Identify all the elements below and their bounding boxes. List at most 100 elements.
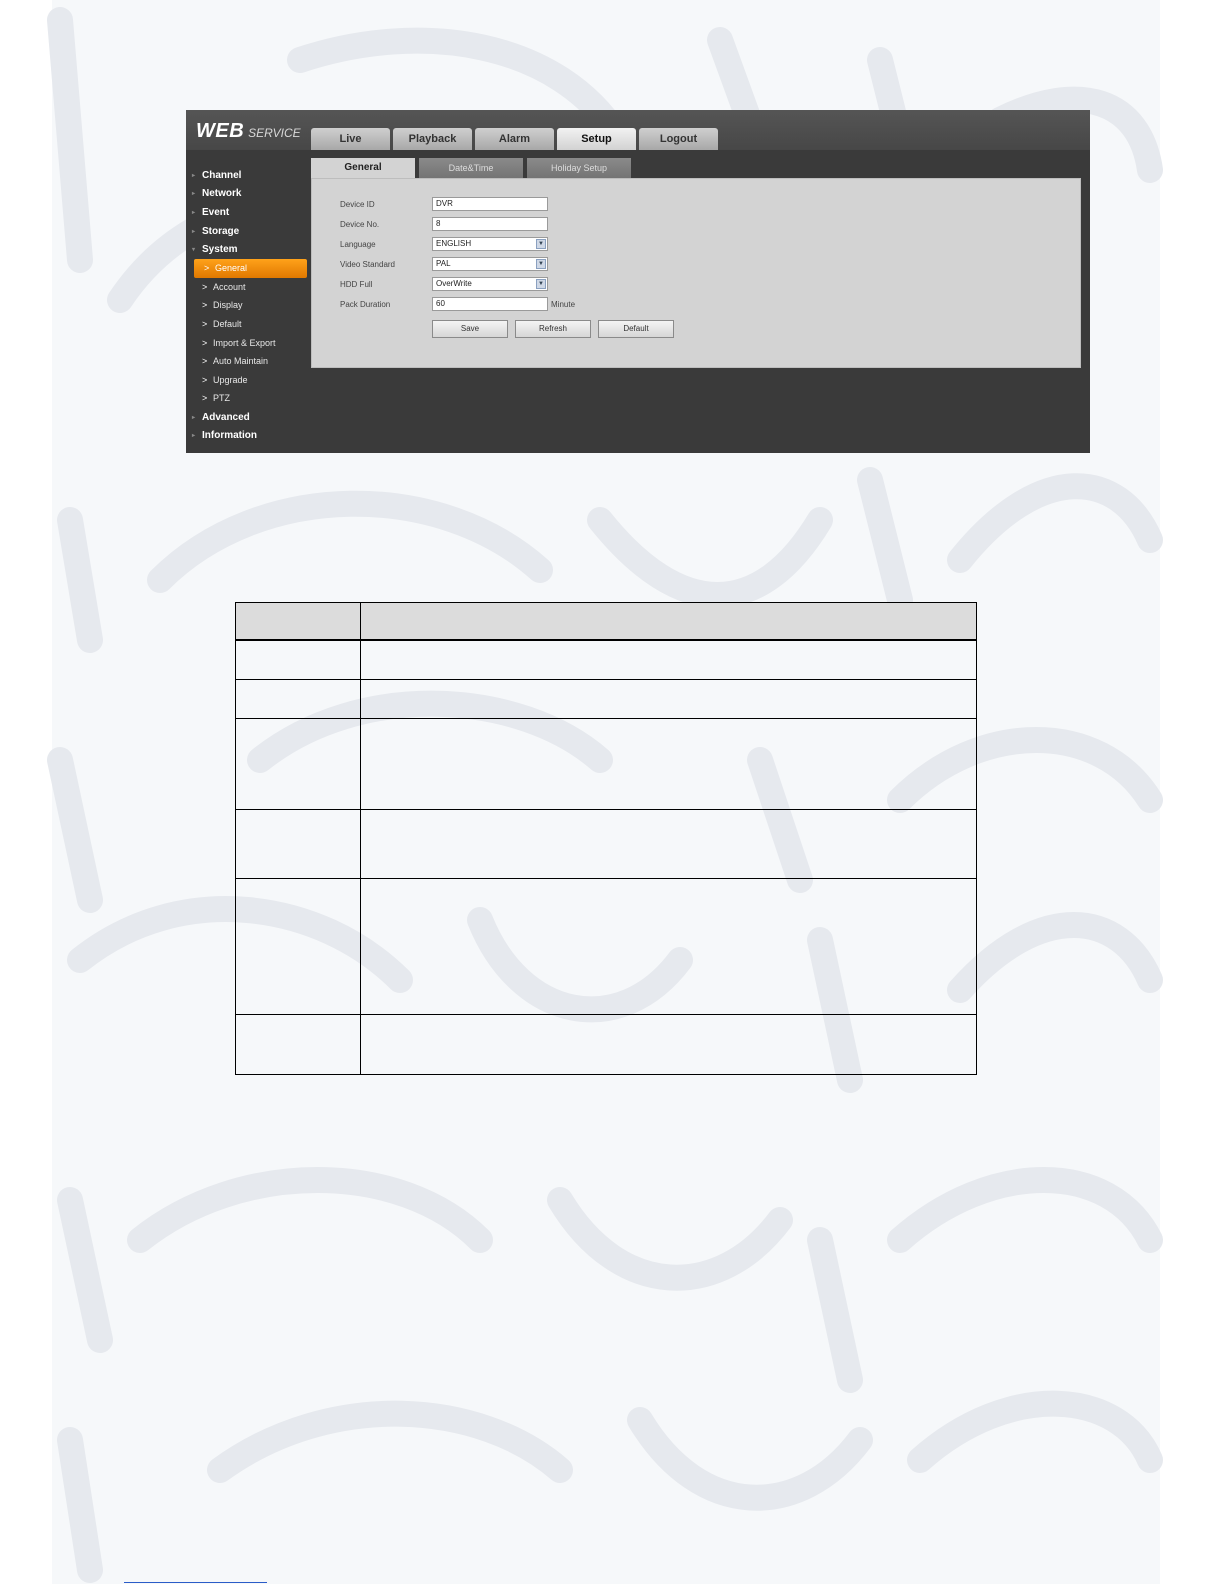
- table-cell: [235, 717, 361, 810]
- web-service-logo: WEB SERVICE: [196, 120, 301, 143]
- device-id-row: Device ID DVR: [340, 196, 548, 212]
- table-row: [235, 678, 977, 719]
- tab-playback[interactable]: Playback: [393, 128, 472, 150]
- collapsed-triangle-icon: ▸: [192, 191, 196, 198]
- hdd-full-value: OverWrite: [436, 279, 472, 288]
- chevron-right-icon: >: [202, 374, 208, 385]
- video-standard-label: Video Standard: [340, 259, 396, 269]
- chevron-right-icon: >: [202, 319, 208, 330]
- chevron-right-icon: >: [204, 263, 210, 274]
- device-id-input[interactable]: DVR: [432, 197, 548, 211]
- table-row: [235, 639, 977, 680]
- chevron-down-icon: ▼: [536, 279, 546, 289]
- sidebar-item-label: General: [215, 263, 248, 274]
- table-row: [235, 717, 977, 810]
- tab-logout[interactable]: Logout: [639, 128, 718, 150]
- hdd-full-select[interactable]: OverWrite ▼: [432, 277, 548, 291]
- collapsed-triangle-icon: ▸: [192, 414, 196, 421]
- refresh-button[interactable]: Refresh: [515, 320, 591, 338]
- table-cell: [360, 1013, 977, 1075]
- sidebar-item-label: Upgrade: [213, 374, 248, 385]
- save-button[interactable]: Save: [432, 320, 508, 338]
- pack-duration-unit: Minute: [551, 299, 576, 309]
- sidebar-item-import-export[interactable]: > Import & Export: [192, 333, 307, 352]
- chevron-right-icon: >: [202, 393, 208, 404]
- sidebar-item-advanced[interactable]: ▸ Advanced: [192, 408, 307, 427]
- pack-duration-input[interactable]: 60: [432, 297, 548, 311]
- video-standard-select[interactable]: PAL ▼: [432, 257, 548, 271]
- table-row: [235, 808, 977, 879]
- setup-sidebar: ▸ Channel ▸ Network ▸ Event ▸ Storage ▾ Syste…: [192, 166, 307, 445]
- table-row: [235, 877, 977, 1015]
- table-cell: [360, 639, 977, 680]
- chevron-down-icon: ▼: [536, 239, 546, 249]
- tab-general[interactable]: General: [311, 158, 415, 178]
- language-select[interactable]: ENGLISH ▼: [432, 237, 548, 251]
- footer-link-underline: [124, 1582, 267, 1583]
- table-cell: [360, 678, 977, 719]
- table-header-row: [235, 602, 977, 641]
- sidebar-item-label: Account: [213, 281, 246, 292]
- sidebar-item-channel[interactable]: ▸ Channel: [192, 166, 307, 185]
- sidebar-item-general[interactable]: > General: [194, 258, 307, 278]
- table-cell: [360, 808, 977, 879]
- pack-duration-row: Pack Duration 60 Minute: [340, 296, 575, 312]
- web-service-screenshot: WEB SERVICE Live Playback Alarm Setup Lo…: [186, 110, 1090, 453]
- sidebar-item-default[interactable]: > Default: [192, 315, 307, 334]
- sidebar-item-information[interactable]: ▸ Information: [192, 426, 307, 445]
- tab-alarm[interactable]: Alarm: [475, 128, 554, 150]
- chevron-down-icon: ▼: [536, 259, 546, 269]
- table-row: [235, 1013, 977, 1075]
- table-header-cell: [235, 602, 361, 641]
- pack-duration-label: Pack Duration: [340, 299, 391, 309]
- sidebar-item-upgrade[interactable]: > Upgrade: [192, 371, 307, 390]
- tab-setup[interactable]: Setup: [557, 128, 636, 150]
- parameter-table: [235, 602, 977, 1075]
- tab-holiday-setup[interactable]: Holiday Setup: [527, 158, 631, 178]
- action-buttons: Save Refresh Default: [432, 320, 674, 338]
- chevron-right-icon: >: [202, 356, 208, 367]
- sidebar-item-label: Default: [213, 319, 242, 330]
- device-no-label: Device No.: [340, 219, 380, 229]
- default-button[interactable]: Default: [598, 320, 674, 338]
- language-row: Language ENGLISH ▼: [340, 236, 548, 252]
- table-cell: [235, 678, 361, 719]
- table-cell: [235, 808, 361, 879]
- sidebar-item-label: Import & Export: [213, 337, 276, 348]
- sidebar-item-label: Information: [202, 430, 257, 442]
- sidebar-item-label: Event: [202, 206, 230, 218]
- chevron-right-icon: >: [202, 300, 208, 311]
- main-tabs: Live Playback Alarm Setup Logout: [311, 128, 718, 150]
- sidebar-item-label: PTZ: [213, 393, 230, 404]
- tab-date-time[interactable]: Date&Time: [419, 158, 523, 178]
- table-cell: [235, 877, 361, 1015]
- sidebar-item-account[interactable]: > Account: [192, 278, 307, 297]
- device-no-input[interactable]: 8: [432, 217, 548, 231]
- table-cell: [235, 1013, 361, 1075]
- sidebar-item-storage[interactable]: ▸ Storage: [192, 222, 307, 241]
- table-cell: [235, 639, 361, 680]
- sidebar-item-event[interactable]: ▸ Event: [192, 203, 307, 222]
- video-standard-value: PAL: [436, 259, 451, 268]
- tab-live[interactable]: Live: [311, 128, 390, 150]
- table-cell: [360, 717, 977, 810]
- collapsed-triangle-icon: ▸: [192, 209, 196, 216]
- table-cell: [360, 877, 977, 1015]
- top-bar: WEB SERVICE Live Playback Alarm Setup Lo…: [186, 110, 1090, 150]
- chevron-right-icon: >: [202, 281, 208, 292]
- collapsed-triangle-icon: ▸: [192, 228, 196, 235]
- device-id-label: Device ID: [340, 199, 375, 209]
- sidebar-item-label: Network: [202, 188, 242, 200]
- hdd-full-label: HDD Full: [340, 279, 373, 289]
- sidebar-item-system[interactable]: ▾ System: [192, 240, 307, 259]
- sidebar-item-network[interactable]: ▸ Network: [192, 185, 307, 204]
- sidebar-item-auto-maintain[interactable]: > Auto Maintain: [192, 352, 307, 371]
- sidebar-item-label: Advanced: [202, 411, 250, 423]
- collapsed-triangle-icon: ▸: [192, 172, 196, 179]
- sub-tabs: General Date&Time Holiday Setup: [311, 158, 631, 178]
- sidebar-item-ptz[interactable]: > PTZ: [192, 389, 307, 408]
- table-header-cell: [360, 602, 977, 641]
- sidebar-item-display[interactable]: > Display: [192, 296, 307, 315]
- language-value: ENGLISH: [436, 239, 472, 248]
- logo-web: WEB: [196, 120, 245, 142]
